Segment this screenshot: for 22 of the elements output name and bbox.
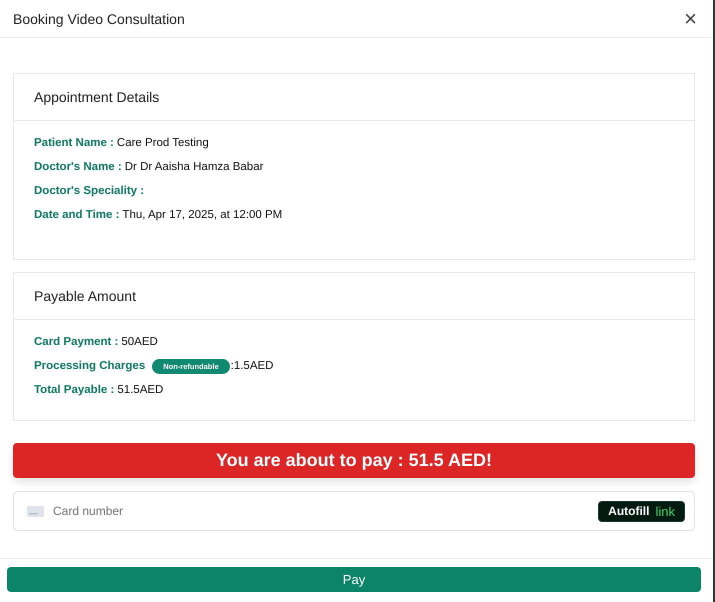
field-label: Processing Charges xyxy=(34,360,146,372)
field-label: Total Payable : xyxy=(34,384,114,396)
pay-button[interactable]: Pay xyxy=(7,567,701,592)
autofill-link-button[interactable]: Autofill link xyxy=(598,500,685,522)
credit-card-icon xyxy=(27,506,44,516)
field-value: 50AED xyxy=(121,336,158,348)
card-title: Appointment Details xyxy=(34,89,160,105)
window-title: Booking Video Consultation xyxy=(13,10,185,26)
field-label: Date and Time : xyxy=(34,209,120,221)
field-label: Patient Name : xyxy=(34,137,114,149)
field-value: 51.5AED xyxy=(117,384,164,396)
field-value: Dr Dr Aaisha Hamza Babar xyxy=(124,161,264,173)
field-label: Doctor's Speciality : xyxy=(34,185,144,197)
card-title: Payable Amount xyxy=(34,288,136,304)
payment-banner: You are about to pay : 51.5 AED! xyxy=(13,443,695,478)
close-button[interactable]: × xyxy=(682,8,699,30)
field-value: :1.5AED xyxy=(230,360,274,372)
field-value: Care Prod Testing xyxy=(116,137,209,149)
field-label: Card Payment : xyxy=(34,336,118,348)
card-number-field[interactable]: Card number Autofill link xyxy=(13,491,695,531)
field-value: Thu, Apr 17, 2025, at 12:00 PM xyxy=(122,209,282,221)
field-label: Doctor's Name : xyxy=(34,161,122,173)
